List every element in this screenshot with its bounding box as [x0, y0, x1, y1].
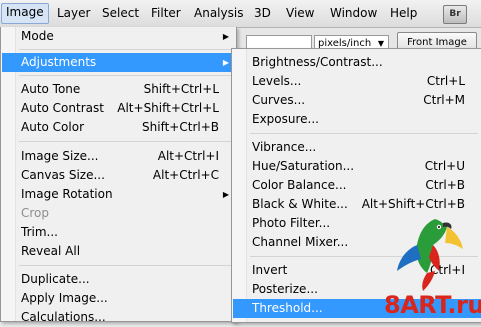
- bridge-button[interactable]: Br: [443, 5, 467, 24]
- menu-item-calculations[interactable]: Calculations...: [2, 308, 235, 327]
- chevron-right-icon: ▶: [222, 32, 229, 41]
- menu-item-crop: Crop: [2, 204, 235, 223]
- menu-item-vibrance[interactable]: Vibrance...: [233, 138, 481, 157]
- menu-item-mode[interactable]: Mode ▶: [2, 27, 235, 46]
- menu-help[interactable]: Help: [386, 4, 421, 23]
- menu-item-adjustments[interactable]: Adjustments ▶: [2, 53, 235, 72]
- menu-item-image-size[interactable]: Image Size... Alt+Ctrl+I: [2, 147, 235, 166]
- menu-item-shortcut: Alt+Shift+Ctrl+L: [117, 101, 219, 115]
- chevron-right-icon: ▶: [222, 190, 229, 199]
- menu-item-label: Threshold...: [252, 301, 323, 315]
- menu-item-duplicate[interactable]: Duplicate...: [2, 270, 235, 289]
- menu-item-label: Auto Color: [21, 120, 85, 134]
- menu-item-label: Duplicate...: [21, 272, 90, 286]
- watermark-text: 8ART.ru: [384, 291, 481, 319]
- menu-item-shortcut: Ctrl+U: [424, 159, 465, 173]
- menu-item-hue-saturation[interactable]: Hue/Saturation... Ctrl+U: [233, 157, 481, 176]
- menu-item-label: Hue/Saturation...: [252, 159, 355, 173]
- menu-item-auto-color[interactable]: Auto Color Shift+Ctrl+B: [2, 118, 235, 137]
- menu-item-label: Trim...: [21, 225, 58, 239]
- menu-item-auto-tone[interactable]: Auto Tone Shift+Ctrl+L: [2, 80, 235, 99]
- menu-item-black-white[interactable]: Black & White... Alt+Shift+Ctrl+B: [233, 195, 481, 214]
- menu-item-label: Exposure...: [252, 112, 319, 126]
- menu-item-shortcut: Alt+Ctrl+C: [152, 168, 219, 182]
- menu-item-label: Canvas Size...: [21, 168, 105, 182]
- menu-item-shortcut: Ctrl+B: [425, 178, 465, 192]
- menu-item-label: Calculations...: [21, 310, 106, 324]
- menu-item-levels[interactable]: Levels... Ctrl+L: [233, 72, 481, 91]
- menu-layer[interactable]: Layer: [53, 4, 94, 23]
- menu-item-label: Image Rotation: [21, 187, 113, 201]
- menu-item-label: Brightness/Contrast...: [252, 55, 383, 69]
- menu-item-shortcut: Shift+Ctrl+B: [142, 120, 219, 134]
- menu-bar: Image Layer Select Filter Analysis 3D Vi…: [0, 0, 481, 28]
- menu-divider: [19, 75, 232, 76]
- menu-analysis[interactable]: Analysis: [190, 4, 247, 23]
- menu-item-shortcut: Alt+Ctrl+I: [157, 149, 219, 163]
- menu-filter[interactable]: Filter: [147, 4, 185, 23]
- menu-item-label: Vibrance...: [252, 140, 317, 154]
- menu-divider: [19, 265, 232, 266]
- menu-item-label: Levels...: [252, 74, 302, 88]
- menu-item-label: Channel Mixer...: [252, 235, 349, 249]
- menu-item-shortcut: Shift+Ctrl+L: [143, 82, 219, 96]
- menu-select[interactable]: Select: [98, 4, 143, 23]
- menu-item-label: Color Balance...: [252, 178, 347, 192]
- menu-item-label: Adjustments: [21, 55, 97, 69]
- menu-item-label: Auto Tone: [21, 82, 81, 96]
- menu-item-label: Crop: [21, 206, 50, 220]
- menu-item-canvas-size[interactable]: Canvas Size... Alt+Ctrl+C: [2, 166, 235, 185]
- menu-item-label: Reveal All: [21, 244, 81, 258]
- menu-item-label: Photo Filter...: [252, 216, 331, 230]
- menu-item-exposure[interactable]: Exposure...: [233, 110, 481, 129]
- menu-view[interactable]: View: [282, 4, 318, 23]
- menu-item-label: Black & White...: [252, 197, 348, 211]
- menu-item-label: Apply Image...: [21, 291, 108, 305]
- menu-window[interactable]: Window: [326, 4, 381, 23]
- menu-image[interactable]: Image: [1, 3, 49, 24]
- menu-3d[interactable]: 3D: [250, 4, 275, 23]
- menu-item-reveal-all[interactable]: Reveal All: [2, 242, 235, 261]
- menu-item-label: Posterize...: [252, 282, 318, 296]
- menu-item-shortcut: Ctrl+L: [426, 74, 465, 88]
- image-menu: Mode ▶ Adjustments ▶ Auto Tone Shift+Ctr…: [0, 27, 237, 324]
- menu-item-shortcut: Alt+Shift+Ctrl+B: [361, 197, 465, 211]
- menu-divider: [19, 49, 232, 50]
- menu-item-shortcut: Ctrl+M: [423, 93, 465, 107]
- menu-item-image-rotation[interactable]: Image Rotation ▶: [2, 185, 235, 204]
- menu-item-auto-contrast[interactable]: Auto Contrast Alt+Shift+Ctrl+L: [2, 99, 235, 118]
- menu-divider: [250, 133, 478, 134]
- parrot-logo-icon: [397, 219, 463, 291]
- menu-item-apply-image[interactable]: Apply Image...: [2, 289, 235, 308]
- menu-divider: [19, 141, 232, 142]
- menu-item-trim[interactable]: Trim...: [2, 223, 235, 242]
- menu-item-label: Image Size...: [21, 149, 99, 163]
- menu-item-label: Curves...: [252, 93, 306, 107]
- menu-item-curves[interactable]: Curves... Ctrl+M: [233, 91, 481, 110]
- menu-item-label: Mode: [21, 29, 54, 43]
- menu-item-label: Invert: [252, 263, 288, 277]
- chevron-right-icon: ▶: [222, 58, 229, 67]
- menu-item-label: Auto Contrast: [21, 101, 104, 115]
- menu-item-brightness-contrast[interactable]: Brightness/Contrast...: [233, 53, 481, 72]
- menu-item-color-balance[interactable]: Color Balance... Ctrl+B: [233, 176, 481, 195]
